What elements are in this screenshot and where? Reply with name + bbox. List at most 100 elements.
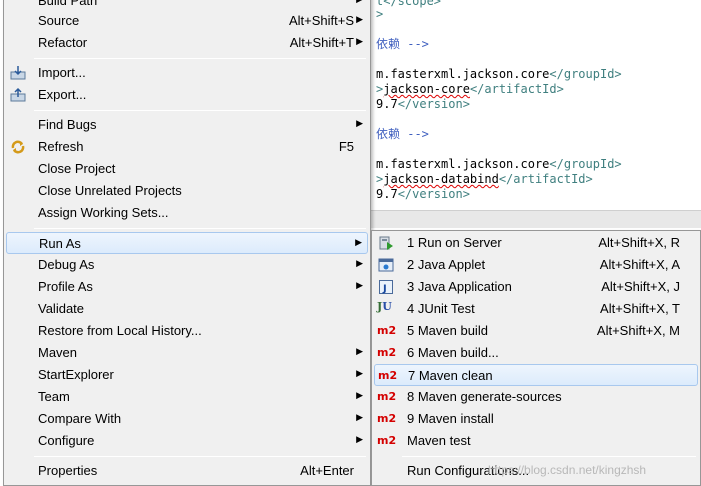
menu-item-import[interactable]: Import... xyxy=(6,62,368,84)
menu-item-debug-as[interactable]: Debug As ▶ xyxy=(6,254,368,276)
maven-m2-icon: m2 xyxy=(377,412,397,425)
menu-item-label: 9 Maven install xyxy=(407,411,494,426)
submenu-arrow-icon: ▶ xyxy=(356,258,363,268)
submenu-arrow-icon: ▶ xyxy=(356,412,363,422)
menu-item-configure[interactable]: Configure ▶ xyxy=(6,430,368,452)
menu-item-export[interactable]: Export... xyxy=(6,84,368,106)
editor-line: > xyxy=(376,7,383,22)
submenu-item-junit-test[interactable]: JU 4 JUnit Test Alt+Shift+X, T xyxy=(374,298,698,320)
menu-item-refactor[interactable]: Refactor Alt+Shift+T ▶ xyxy=(6,32,368,54)
menu-separator xyxy=(34,456,366,457)
menu-item-shortcut: Alt+Shift+X, J xyxy=(601,279,680,294)
menu-item-close-unrelated-projects[interactable]: Close Unrelated Projects xyxy=(6,180,368,202)
xml-text: 9.7 xyxy=(376,97,398,111)
submenu-arrow-icon: ▶ xyxy=(356,390,363,400)
submenu-arrow-icon: ▶ xyxy=(356,346,363,356)
menu-item-validate[interactable]: Validate xyxy=(6,298,368,320)
submenu-item-maven-test[interactable]: m2 Maven test xyxy=(374,430,698,452)
editor-line: >jackson-databind</artifactId> xyxy=(376,172,593,187)
xml-text: jackson-databind xyxy=(383,172,499,186)
xml-tag: </version> xyxy=(397,97,470,111)
xml-text: m.fasterxml.jackson.core xyxy=(376,67,550,81)
run-as-submenu: 1 Run on Server Alt+Shift+X, R 2 Java Ap… xyxy=(371,230,701,486)
menu-item-label: Assign Working Sets... xyxy=(38,205,169,220)
maven-m2-icon: m2 xyxy=(378,369,398,382)
menu-item-label: Source xyxy=(38,13,80,28)
menu-item-shortcut: Alt+Shift+X, A xyxy=(599,257,680,272)
menu-item-find-bugs[interactable]: Find Bugs ▶ xyxy=(6,114,368,136)
menu-item-properties[interactable]: Properties Alt+Enter xyxy=(6,460,368,482)
menu-separator xyxy=(34,110,366,111)
maven-m2-icon: m2 xyxy=(377,324,397,337)
submenu-arrow-icon: ▶ xyxy=(356,36,363,46)
submenu-item-maven-install[interactable]: m2 9 Maven install xyxy=(374,408,698,430)
menu-item-label: Refresh xyxy=(38,139,84,154)
import-icon xyxy=(10,65,26,81)
submenu-item-run-on-server[interactable]: 1 Run on Server Alt+Shift+X, R xyxy=(374,232,698,254)
xml-tag: </groupId> xyxy=(549,67,622,81)
context-menu: Build Path ▶ Source Alt+Shift+S ▶ Refact… xyxy=(3,0,371,486)
xml-tag: </artifactId> xyxy=(469,82,564,96)
menu-item-label: 3 Java Application xyxy=(407,279,512,294)
editor-line: 9.7</version> xyxy=(376,187,470,202)
menu-item-label: Run As xyxy=(39,236,81,251)
submenu-arrow-icon: ▶ xyxy=(356,434,363,444)
menu-item-startexplorer[interactable]: StartExplorer ▶ xyxy=(6,364,368,386)
editor-line: t</scope> xyxy=(376,0,441,9)
editor-line: m.fasterxml.jackson.core</groupId> xyxy=(376,67,622,82)
menu-item-label: 2 Java Applet xyxy=(407,257,486,272)
menu-item-label: 8 Maven generate-sources xyxy=(407,389,562,404)
menu-item-label: Validate xyxy=(38,301,85,316)
menu-item-label: Find Bugs xyxy=(38,117,97,132)
xml-editor[interactable]: t</scope> > 依赖 --> m.fasterxml.jackson.c… xyxy=(370,0,701,228)
menu-item-shortcut: Alt+Shift+T xyxy=(289,35,354,50)
submenu-arrow-icon: ▶ xyxy=(355,237,362,247)
menu-item-shortcut: Alt+Shift+X, T xyxy=(600,301,680,316)
menu-item-label: 4 JUnit Test xyxy=(407,301,475,316)
submenu-arrow-icon: ▶ xyxy=(356,118,363,128)
menu-item-team[interactable]: Team ▶ xyxy=(6,386,368,408)
editor-line: 依赖 --> xyxy=(376,127,429,142)
xml-tag: > xyxy=(376,7,384,21)
menu-item-compare-with[interactable]: Compare With ▶ xyxy=(6,408,368,430)
menu-item-label: Compare With xyxy=(38,411,122,426)
submenu-arrow-icon: ▶ xyxy=(356,14,363,24)
submenu-item-java-application[interactable]: J 3 Java Application Alt+Shift+X, J xyxy=(374,276,698,298)
menu-item-maven[interactable]: Maven ▶ xyxy=(6,342,368,364)
menu-item-label: Restore from Local History... xyxy=(38,323,202,338)
menu-item-refresh[interactable]: Refresh F5 xyxy=(6,136,368,158)
junit-icon: JU xyxy=(377,300,392,313)
menu-item-label: Maven test xyxy=(407,433,471,448)
submenu-arrow-icon: ▶ xyxy=(356,280,363,290)
submenu-item-maven-generate-sources[interactable]: m2 8 Maven generate-sources xyxy=(374,386,698,408)
xml-tag: t</scope> xyxy=(376,0,442,8)
menu-item-profile-as[interactable]: Profile As ▶ xyxy=(6,276,368,298)
submenu-item-maven-clean[interactable]: m2 7 Maven clean xyxy=(374,364,698,386)
menu-item-label: Debug As xyxy=(38,257,95,272)
submenu-item-java-applet[interactable]: 2 Java Applet Alt+Shift+X, A xyxy=(374,254,698,276)
menu-item-label: 5 Maven build xyxy=(407,323,488,338)
menu-item-label: Export... xyxy=(38,87,87,102)
junit-icon-letter-u: U xyxy=(382,300,392,313)
menu-item-label: 6 Maven build... xyxy=(407,345,499,360)
submenu-item-maven-build-dialog[interactable]: m2 6 Maven build... xyxy=(374,342,698,364)
maven-m2-icon: m2 xyxy=(377,434,397,447)
maven-m2-icon: m2 xyxy=(377,346,397,359)
menu-item-assign-working-sets[interactable]: Assign Working Sets... xyxy=(6,202,368,224)
xml-tag: </groupId> xyxy=(549,157,622,171)
submenu-arrow-icon: ▶ xyxy=(356,0,363,5)
menu-item-run-as[interactable]: Run As ▶ xyxy=(6,232,368,254)
menu-item-shortcut: Alt+Shift+X, M xyxy=(596,323,680,338)
menu-item-label: Refactor xyxy=(38,35,88,50)
menu-item-source[interactable]: Source Alt+Shift+S ▶ xyxy=(6,10,368,32)
menu-item-close-project[interactable]: Close Project xyxy=(6,158,368,180)
submenu-item-maven-build[interactable]: m2 5 Maven build Alt+Shift+X, M xyxy=(374,320,698,342)
menu-item-label: Import... xyxy=(38,65,86,80)
refresh-icon xyxy=(10,139,26,155)
menu-item-label: StartExplorer xyxy=(38,367,114,382)
menu-item-label: Configure xyxy=(38,433,95,448)
menu-item-restore-local-history[interactable]: Restore from Local History... xyxy=(6,320,368,342)
menu-item-label: 7 Maven clean xyxy=(408,368,493,383)
editor-line: >jackson-core</artifactId> xyxy=(376,82,564,97)
menu-item-label: Close Unrelated Projects xyxy=(38,183,182,198)
